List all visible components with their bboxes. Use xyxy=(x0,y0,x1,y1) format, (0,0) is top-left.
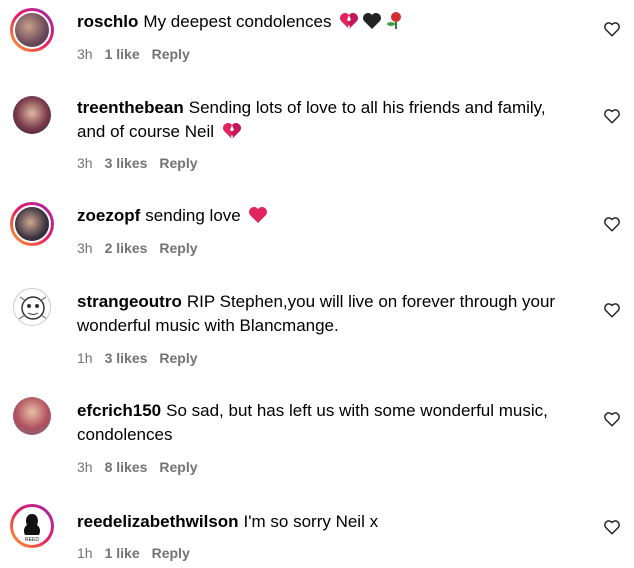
reply-button[interactable]: Reply xyxy=(159,155,197,171)
broken-heart-icon xyxy=(339,12,359,37)
comment-item: REED reedelizabethwilson I'm so sorry Nei… xyxy=(0,498,634,568)
like-heart-icon[interactable] xyxy=(603,107,623,127)
reply-button[interactable]: Reply xyxy=(152,545,190,561)
comment-item: strangeoutro RIP Stephen,you will live on… xyxy=(0,280,634,380)
black-heart-icon xyxy=(362,12,382,37)
reply-button[interactable]: Reply xyxy=(159,350,197,366)
comment-item: treenthebean Sending lots of love to all … xyxy=(0,88,634,188)
svg-text:REED: REED xyxy=(25,537,39,543)
comment-text: I'm so sorry Neil x xyxy=(243,512,379,531)
reply-button[interactable]: Reply xyxy=(159,459,197,475)
comment-item: zoezopf sending love 3h 2 likes Reply xyxy=(0,194,634,274)
red-heart-icon xyxy=(248,206,268,231)
comment-text: My deepest condolences xyxy=(143,12,332,31)
avatar[interactable]: REED xyxy=(10,504,54,548)
likes-count[interactable]: 2 likes xyxy=(105,240,148,256)
like-heart-icon[interactable] xyxy=(603,20,623,40)
comment-username[interactable]: reedelizabethwilson xyxy=(77,512,239,531)
sketch-face-icon xyxy=(18,296,48,320)
reply-button[interactable]: Reply xyxy=(159,240,197,256)
comment-username[interactable]: zoezopf xyxy=(77,206,140,225)
likes-count[interactable]: 8 likes xyxy=(105,459,148,475)
comment-time: 3h xyxy=(77,459,93,475)
comment-time: 3h xyxy=(77,240,93,256)
comment-item: roschlo My deepest condolences 3h 1 like Re… xyxy=(0,0,634,80)
comment-item: efcrich150 So sad, but has left us with s… xyxy=(0,389,634,489)
comment-time: 1h xyxy=(77,350,93,366)
comment-time: 3h xyxy=(77,46,93,62)
avatar[interactable] xyxy=(10,8,54,52)
likes-count[interactable]: 1 like xyxy=(105,545,140,561)
likes-count[interactable]: 3 likes xyxy=(105,155,148,171)
avatar[interactable] xyxy=(13,96,51,134)
rose-icon xyxy=(385,10,405,37)
avatar[interactable] xyxy=(13,397,51,435)
comment-username[interactable]: efcrich150 xyxy=(77,401,161,420)
like-heart-icon[interactable] xyxy=(603,301,623,321)
comment-text: sending love xyxy=(145,206,241,225)
comment-username[interactable]: treenthebean xyxy=(77,98,184,117)
comment-username[interactable]: strangeoutro xyxy=(77,292,182,311)
likes-count[interactable]: 1 like xyxy=(105,46,140,62)
avatar[interactable] xyxy=(13,288,51,326)
broken-heart-icon xyxy=(222,122,242,147)
comment-time: 1h xyxy=(77,545,93,561)
like-heart-icon[interactable] xyxy=(603,518,623,538)
comment-time: 3h xyxy=(77,155,93,171)
likes-count[interactable]: 3 likes xyxy=(105,350,148,366)
like-heart-icon[interactable] xyxy=(603,215,623,235)
comment-username[interactable]: roschlo xyxy=(77,12,138,31)
reed-logo: REED xyxy=(23,514,41,543)
avatar[interactable] xyxy=(10,202,54,246)
reply-button[interactable]: Reply xyxy=(152,46,190,62)
like-heart-icon[interactable] xyxy=(603,410,623,430)
